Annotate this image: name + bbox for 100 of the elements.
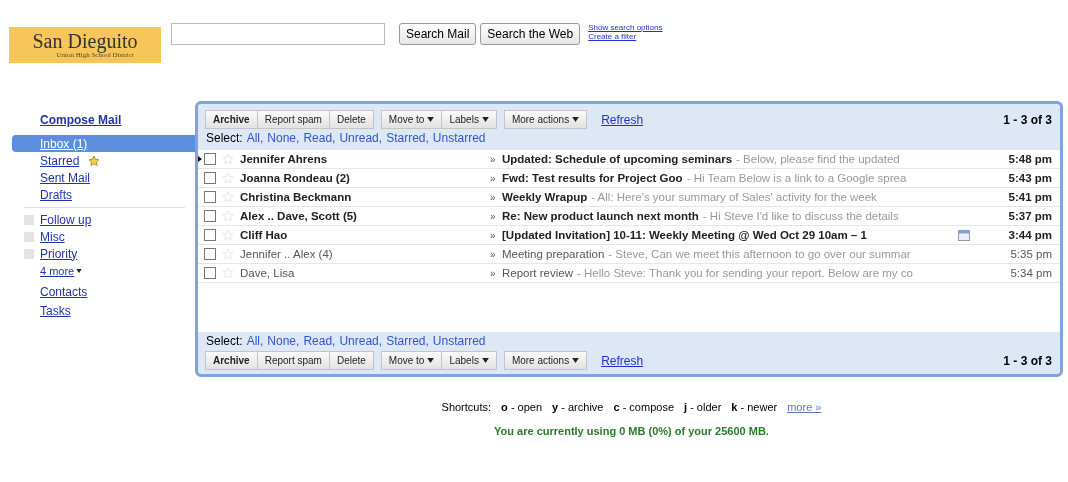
star-icon[interactable]: [222, 248, 234, 260]
dropdown-button[interactable]: Move to: [380, 351, 443, 370]
caret-icon: [76, 268, 83, 273]
message-time: 3:44 pm: [1008, 229, 1052, 241]
message-row[interactable]: Alex .. Dave, Scott (5) » Re: New product launch next month - Hi Steve I'd like to discuss the details 5:37 pm: [198, 207, 1060, 226]
label-link[interactable]: Priority: [40, 246, 78, 261]
message-row[interactable]: Dave, Lisa » Report review - Hello Steve: Thank you for sending your report. Below are my co 5:34 pm: [198, 264, 1060, 283]
message-subject: Report review: [502, 267, 573, 279]
select-label: Select:: [206, 131, 243, 145]
checkbox[interactable]: [204, 210, 216, 222]
message-snippet: - Hi Team Below is a link to a Google sprea: [686, 172, 907, 184]
message-snippet: - All: Here's your summary of Sales' activity for the week: [591, 191, 877, 203]
message-time: 5:37 pm: [1008, 210, 1052, 222]
message-sender: Christina Beckmann: [239, 191, 353, 203]
toolbar-button[interactable]: Archive: [205, 351, 258, 370]
message-time: 5:41 pm: [1008, 191, 1052, 203]
sidebar-item[interactable]: Drafts: [0, 186, 195, 203]
message-subject: Weekly Wrapup: [502, 191, 588, 203]
page-range: 1 - 3 of 3: [1003, 353, 1052, 368]
dropdown-button[interactable]: Labels: [441, 110, 497, 129]
select-link[interactable]: Unstarred: [432, 131, 486, 145]
sidebar-item[interactable]: Sent Mail: [0, 169, 195, 186]
select-link[interactable]: Starred,: [386, 131, 429, 145]
star-icon[interactable]: [222, 267, 234, 279]
star-icon[interactable]: [222, 191, 234, 203]
message-row[interactable]: Joanna Rondeau (2) » Fwd: Test results for Project Goo - Hi Team Below is a link to a Google sprea 5:43 pm: [198, 169, 1060, 188]
refresh-link[interactable]: Refresh: [601, 353, 644, 368]
shortcuts-label: Shortcuts:: [441, 401, 492, 413]
sidebar-item[interactable]: Starred: [0, 152, 195, 169]
message-row[interactable]: Jennifer Ahrens » Updated: Schedule of upcoming seminars - Below, please find the updated 5:48 pm: [198, 150, 1060, 169]
thread-marker: »: [490, 267, 497, 279]
compose-link[interactable]: Compose Mail: [40, 113, 195, 127]
star-icon[interactable]: [222, 210, 234, 222]
select-link[interactable]: None,: [267, 131, 300, 145]
thread-marker: »: [490, 153, 497, 165]
select-link[interactable]: Starred,: [386, 334, 429, 348]
more-shortcuts-link[interactable]: more »: [787, 402, 822, 412]
star-icon[interactable]: [222, 172, 234, 184]
dropdown-button[interactable]: More actions: [503, 110, 588, 129]
message-snippet: - Hello Steve: Thank you for sending your report. Below are my co: [576, 267, 913, 279]
star-icon[interactable]: [222, 229, 234, 241]
caret-icon: [427, 358, 435, 363]
label-link[interactable]: Misc: [40, 229, 65, 244]
select-link[interactable]: Unread,: [339, 334, 383, 348]
message-row[interactable]: Jennifer .. Alex (4) » Meeting preparation - Steve, Can we meet this afternoon to go over our summar 5:35 pm: [198, 245, 1060, 264]
dropdown-button[interactable]: Labels: [441, 351, 497, 370]
search-field[interactable]: [171, 23, 385, 45]
toolbar-button[interactable]: Delete: [328, 351, 374, 370]
dropdown-button[interactable]: Move to: [380, 110, 443, 129]
checkbox[interactable]: [204, 267, 216, 279]
checkbox[interactable]: [204, 191, 216, 203]
shortcut: c - compose: [613, 401, 674, 413]
sidebar-link[interactable]: Tasks: [40, 304, 195, 323]
checkbox[interactable]: [204, 248, 216, 260]
dropdown-button[interactable]: More actions: [503, 351, 588, 370]
select-link[interactable]: Read,: [303, 334, 336, 348]
search-button[interactable]: Search Mail: [399, 23, 477, 45]
more-labels-link[interactable]: 4 more: [40, 262, 83, 279]
select-link[interactable]: Read,: [303, 131, 336, 145]
checkbox[interactable]: [204, 172, 216, 184]
select-link[interactable]: Unstarred: [432, 334, 486, 348]
toolbar-button[interactable]: Report spam: [256, 351, 330, 370]
message-sender: Cliff Hao: [239, 229, 289, 241]
message-subject: Updated: Schedule of upcoming seminars: [502, 153, 733, 165]
search-option-link[interactable]: Create a filter: [588, 32, 663, 41]
message-snippet: - Hi Steve I'd like to discuss the details: [702, 210, 899, 222]
message-subject: Fwd: Test results for Project Goo: [502, 172, 683, 184]
caret-icon: [572, 358, 580, 363]
search-button[interactable]: Search the Web: [480, 23, 581, 45]
checkbox[interactable]: [204, 229, 216, 241]
search-option-link[interactable]: Show search options: [588, 23, 663, 32]
star-icon[interactable]: [222, 153, 234, 165]
toolbar-button[interactable]: Archive: [205, 110, 258, 129]
label-link[interactable]: Follow up: [40, 212, 92, 227]
toolbar-button[interactable]: Report spam: [256, 110, 330, 129]
select-link[interactable]: Unread,: [339, 131, 383, 145]
sidebar-link[interactable]: Contacts: [40, 285, 195, 304]
message-row[interactable]: Cliff Hao » [Updated Invitation] 10-11: Weekly Meeting @ Wed Oct 29 10am – 1 3:44 pm: [198, 226, 1060, 245]
toolbar-button[interactable]: Delete: [328, 110, 374, 129]
caret-icon: [572, 117, 580, 122]
checkbox[interactable]: [204, 153, 216, 165]
refresh-link[interactable]: Refresh: [601, 112, 644, 127]
message-sender: Jennifer Ahrens: [239, 153, 329, 165]
message-subject: [Updated Invitation] 10-11: Weekly Meeting @ Wed Oct 29 10am – 1: [502, 229, 867, 241]
select-link[interactable]: All,: [246, 334, 264, 348]
page-range: 1 - 3 of 3: [1003, 112, 1052, 127]
message-row[interactable]: Christina Beckmann » Weekly Wrapup - All: Here's your summary of Sales' activity for the week 5:41 pm: [198, 188, 1060, 207]
message-subject: Meeting preparation: [502, 248, 605, 260]
star-icon: [88, 154, 101, 167]
logo-title: San Dieguito: [32, 31, 138, 51]
caret-icon: [481, 358, 489, 363]
message-sender: Jennifer .. Alex (4): [239, 248, 334, 260]
message-time: 5:35 pm: [1010, 248, 1052, 260]
select-link[interactable]: None,: [267, 334, 300, 348]
message-time: 5:48 pm: [1008, 153, 1052, 165]
message-sender: Dave, Lisa: [239, 267, 296, 279]
message-time: 5:34 pm: [1010, 267, 1052, 279]
message-snippet: - Steve, Can we meet this afternoon to go over our summar: [608, 248, 911, 260]
message-snippet: - Below, please find the updated: [736, 153, 900, 165]
select-link[interactable]: All,: [246, 131, 264, 145]
